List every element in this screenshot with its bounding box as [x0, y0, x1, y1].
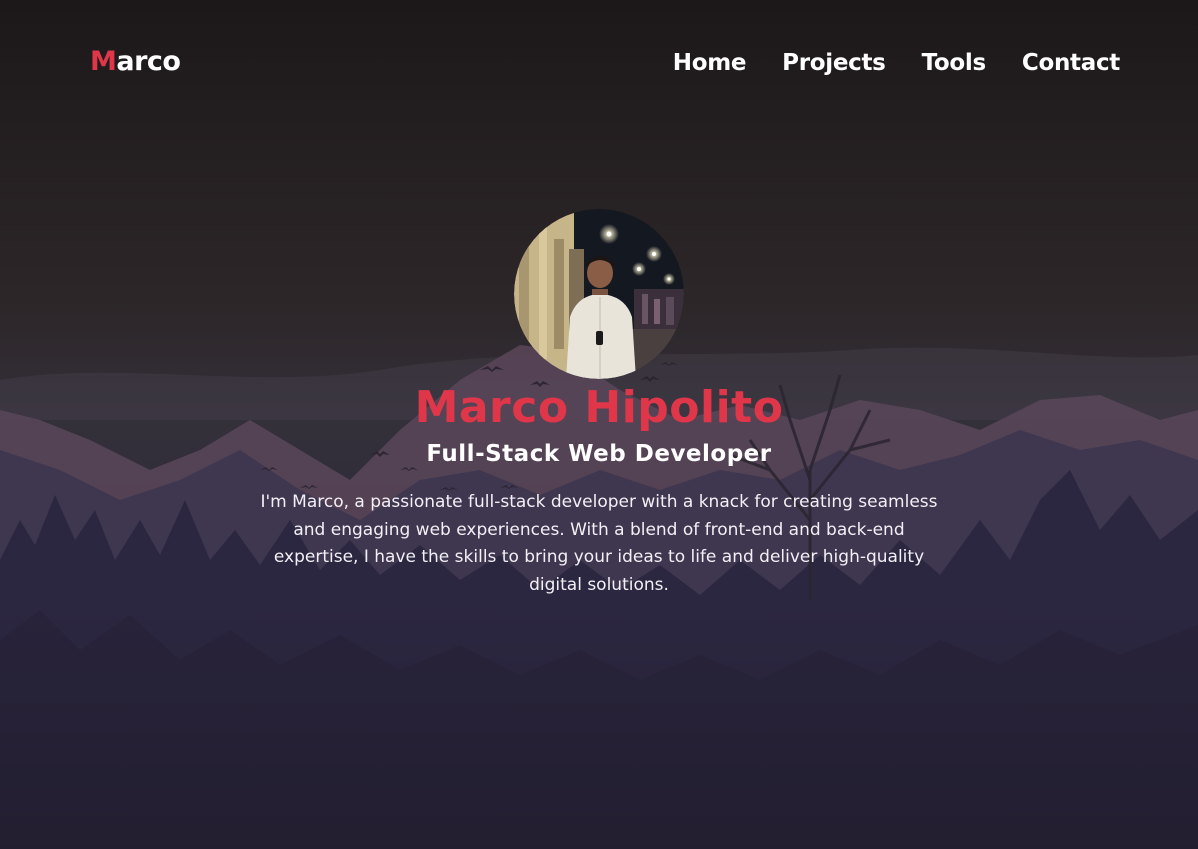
nav-tools[interactable]: Tools: [922, 50, 987, 76]
logo-initial: M: [90, 46, 117, 77]
nav-links: Home Projects Tools Contact: [673, 50, 1121, 76]
logo[interactable]: Marco: [90, 46, 181, 77]
hero-section: Marco Hipolito Full-Stack Web Developer …: [0, 209, 1198, 599]
navbar: Marco Home Projects Tools Contact: [0, 0, 1198, 130]
hero-bio: I'm Marco, a passionate full-stack devel…: [260, 492, 938, 595]
logo-rest: arco: [116, 46, 181, 77]
hero-name: Marco Hipolito: [414, 382, 784, 433]
nav-contact[interactable]: Contact: [1022, 50, 1120, 76]
page: Marco Home Projects Tools Contact Marco …: [0, 0, 1198, 849]
nav-projects[interactable]: Projects: [782, 50, 886, 76]
hero-role: Full-Stack Web Developer: [426, 441, 772, 467]
profile-photo: [514, 209, 684, 379]
nav-home[interactable]: Home: [673, 50, 747, 76]
